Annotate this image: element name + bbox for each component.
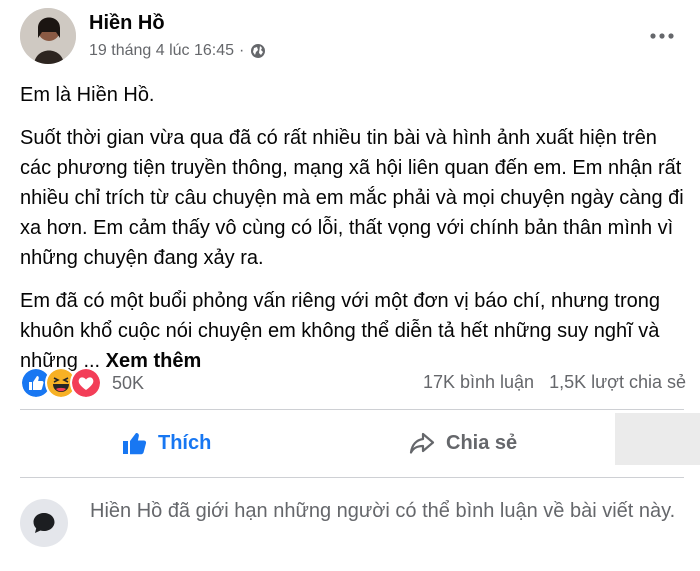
post-paragraph: Em là Hiền Hồ. (20, 84, 155, 106)
action-bar: Thích Chia sẻ (0, 410, 700, 476)
reactions-summary[interactable]: 50K (20, 366, 144, 400)
post-timestamp[interactable]: 19 tháng 4 lúc 16:45 (89, 42, 234, 60)
comment-count[interactable]: 17K bình luận (423, 372, 534, 392)
thumbs-up-icon (123, 432, 147, 455)
meta-separator: · (239, 42, 245, 59)
reaction-count: 50K (112, 372, 145, 393)
comment-restriction-notice: Hiền Hồ đã giới hạn những người có thể b… (0, 478, 700, 571)
author-name[interactable]: Hiền Hồ (89, 12, 165, 35)
restriction-text: Hiền Hồ đã giới hạn những người có thể b… (90, 500, 676, 522)
share-arrow-icon (409, 432, 435, 454)
globe-icon (251, 44, 266, 58)
post-body: Em là Hiền Hồ. Suốt thời gian vừa qua đã… (20, 80, 684, 389)
engagement-counts: 17K bình luận 1,5K lượt chia sẻ (423, 372, 686, 393)
author-avatar[interactable] (20, 8, 76, 64)
placeholder-block (615, 413, 700, 465)
more-options-button[interactable] (646, 20, 678, 52)
post-paragraph-last: Em đã có một buổi phỏng vấn riêng với mộ… (20, 286, 684, 376)
share-label: Chia sẻ (446, 431, 518, 454)
like-button[interactable]: Thích (120, 420, 211, 466)
post-header: Hiền Hồ 19 tháng 4 lúc 16:45 · (0, 0, 700, 70)
post-meta: 19 tháng 4 lúc 16:45 · (89, 42, 266, 60)
comment-bubble-glyph (33, 513, 55, 533)
more-dots-icon (650, 33, 674, 39)
avatar-photo (20, 8, 76, 64)
post-paragraph: Suốt thời gian vừa qua đã có rất nhiều t… (20, 127, 684, 269)
love-icon (70, 367, 102, 399)
comment-bubble-icon (20, 499, 68, 547)
share-count[interactable]: 1,5K lượt chia sẻ (549, 372, 686, 392)
reaction-icons (20, 367, 102, 399)
like-label: Thích (158, 431, 212, 454)
share-button[interactable]: Chia sẻ (408, 420, 517, 466)
facebook-post: Hiền Hồ 19 tháng 4 lúc 16:45 · Em là Hiề… (0, 0, 700, 571)
